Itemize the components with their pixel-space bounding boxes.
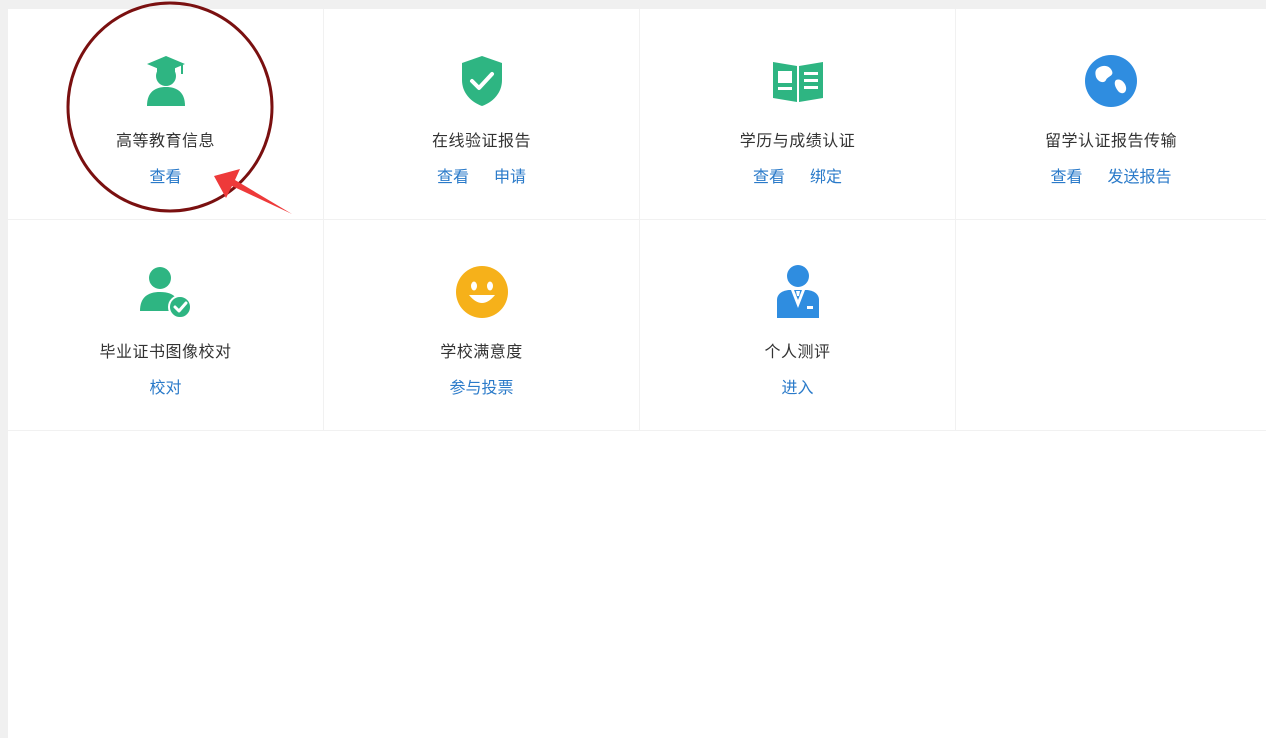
card-links: 查看 发送报告 <box>956 163 1266 187</box>
user-check-icon <box>138 264 194 320</box>
view-link[interactable]: 查看 <box>437 167 469 186</box>
card-diploma-image-check: 毕业证书图像校对 校对 <box>8 220 324 431</box>
vote-link[interactable]: 参与投票 <box>449 378 513 397</box>
check-link[interactable]: 校对 <box>149 378 181 397</box>
enter-link[interactable]: 进入 <box>781 378 813 397</box>
graduate-icon <box>138 53 194 109</box>
view-link[interactable]: 查看 <box>149 167 181 186</box>
services-panel: 高等教育信息 查看 在线验证报告 查看 申请 学历与成绩认证 查看 绑定 留学认… <box>8 9 1266 738</box>
globe-icon <box>1083 53 1139 109</box>
view-link[interactable]: 查看 <box>753 167 785 186</box>
empty-cell <box>956 220 1266 431</box>
document-icon <box>770 53 826 109</box>
card-links: 校对 <box>8 374 323 398</box>
card-title: 学历与成绩认证 <box>739 131 856 150</box>
services-grid: 高等教育信息 查看 在线验证报告 查看 申请 学历与成绩认证 查看 绑定 留学认… <box>8 9 1266 431</box>
card-school-satisfaction: 学校满意度 参与投票 <box>324 220 640 431</box>
card-higher-education-info: 高等教育信息 查看 <box>8 9 324 220</box>
smiley-icon <box>454 264 510 320</box>
card-title: 高等教育信息 <box>115 131 215 150</box>
bind-link[interactable]: 绑定 <box>810 167 842 186</box>
card-links: 进入 <box>640 374 955 398</box>
person-tie-icon <box>770 264 826 320</box>
card-links: 查看 绑定 <box>640 163 955 187</box>
send-report-link[interactable]: 发送报告 <box>1108 167 1172 186</box>
card-links: 参与投票 <box>324 374 639 398</box>
apply-link[interactable]: 申请 <box>494 167 526 186</box>
view-link[interactable]: 查看 <box>1050 167 1082 186</box>
shield-check-icon <box>454 53 510 109</box>
card-title: 在线验证报告 <box>431 131 531 150</box>
card-links: 查看 申请 <box>324 163 639 187</box>
card-overseas-report-transmission: 留学认证报告传输 查看 发送报告 <box>956 9 1266 220</box>
card-degree-transcript-certification: 学历与成绩认证 查看 绑定 <box>640 9 956 220</box>
card-title: 学校满意度 <box>440 342 523 361</box>
card-title: 毕业证书图像校对 <box>99 342 232 361</box>
card-links: 查看 <box>8 163 323 187</box>
card-title: 个人测评 <box>764 342 831 361</box>
card-online-verification-report: 在线验证报告 查看 申请 <box>324 9 640 220</box>
card-personal-assessment: 个人测评 进入 <box>640 220 956 431</box>
card-title: 留学认证报告传输 <box>1044 131 1177 150</box>
